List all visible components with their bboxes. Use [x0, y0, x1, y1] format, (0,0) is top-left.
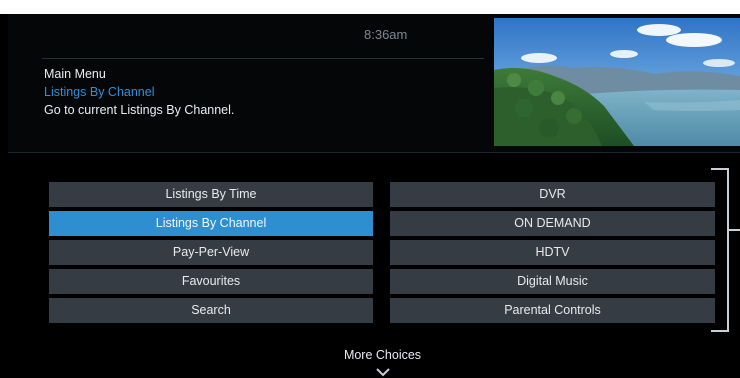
- breadcrumb-root: Main Menu: [44, 67, 106, 81]
- menu-button-pay-per-view[interactable]: Pay-Per-View: [49, 240, 373, 265]
- page-bracket-tick: [729, 229, 740, 231]
- top-border: [0, 0, 740, 14]
- page-bracket: [711, 168, 729, 332]
- menu-button-parental-controls[interactable]: Parental Controls: [390, 298, 715, 323]
- menu-button-digital-music[interactable]: Digital Music: [390, 269, 715, 294]
- menu-button-listings-by-time[interactable]: Listings By Time: [49, 182, 373, 207]
- chevron-down-icon[interactable]: [373, 367, 393, 378]
- menu-button-search[interactable]: Search: [49, 298, 373, 323]
- menu-button-dvr[interactable]: DVR: [390, 182, 715, 207]
- menu-button-hdtv[interactable]: HDTV: [390, 240, 715, 265]
- menu-button-favourites[interactable]: Favourites: [49, 269, 373, 294]
- breadcrumb-current: Listings By Channel: [44, 85, 155, 99]
- clock: 8:36am: [364, 27, 408, 42]
- section-divider: [8, 152, 740, 153]
- live-tv-preview: [494, 18, 740, 146]
- header-divider: [42, 58, 484, 59]
- more-choices-button[interactable]: More Choices: [300, 348, 465, 362]
- selection-description: Go to current Listings By Channel.: [44, 103, 235, 117]
- guide-screen: 8:36am Main Menu Listings By Channel Go …: [0, 0, 740, 378]
- menu-button-listings-by-channel[interactable]: Listings By Channel: [49, 211, 373, 236]
- menu-button-on-demand[interactable]: ON DEMAND: [390, 211, 715, 236]
